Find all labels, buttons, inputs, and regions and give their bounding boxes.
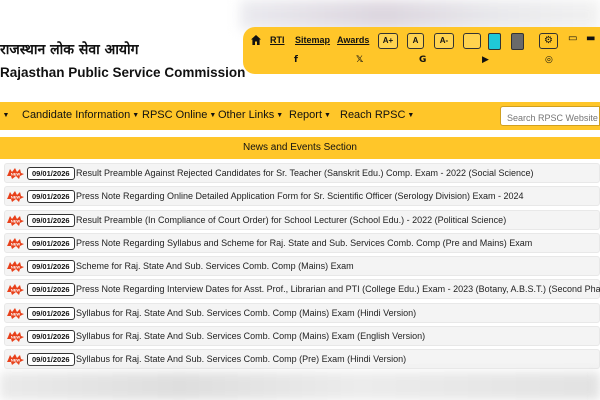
svg-text:NEW: NEW bbox=[11, 335, 21, 340]
nav-item-candidate-information[interactable]: Candidate Information ▼ bbox=[22, 109, 139, 121]
news-date: 09/01/2026 bbox=[27, 260, 75, 274]
blurred-top-strip bbox=[240, 0, 600, 30]
news-date: 09/01/2026 bbox=[27, 167, 75, 180]
search-input[interactable] bbox=[500, 106, 600, 126]
google-icon[interactable]: G bbox=[419, 55, 426, 65]
list-item[interactable]: NEW 09/01/2026 Result Preamble (In Compl… bbox=[4, 209, 600, 230]
screen-reader-icon[interactable]: ▬ bbox=[586, 33, 595, 44]
main-nav: l▼ Candidate Information▼ RPSC Online▼ O… bbox=[0, 102, 600, 130]
news-list: NEW 09/01/2026 Result Preamble Against R… bbox=[4, 163, 600, 373]
news-title[interactable]: Press Note Regarding Syllabus and Scheme… bbox=[76, 238, 532, 248]
svg-text:NEW: NEW bbox=[11, 218, 21, 223]
gear-icon[interactable]: ⚙ bbox=[539, 33, 558, 49]
nav-item-other-links[interactable]: Other Links ▼ bbox=[218, 109, 283, 121]
youtube-icon[interactable]: ▶ bbox=[482, 55, 489, 65]
news-title[interactable]: Result Preamble (In Compliance of Court … bbox=[76, 215, 506, 225]
list-item[interactable]: NEW 09/01/2026 Press Note Regarding Syll… bbox=[4, 232, 600, 253]
news-date: 09/01/2026 bbox=[27, 306, 75, 320]
new-badge-icon: NEW bbox=[7, 214, 24, 226]
nav-item-rpsc-online[interactable]: RPSC Online ▼ bbox=[142, 109, 216, 121]
new-badge-icon: NEW bbox=[7, 191, 24, 203]
list-item[interactable]: NEW 09/01/2026 Syllabus for Raj. State A… bbox=[4, 326, 600, 347]
news-title[interactable]: Syllabus for Raj. State And Sub. Service… bbox=[76, 354, 406, 364]
svg-text:NEW: NEW bbox=[11, 265, 21, 270]
new-badge-icon: NEW bbox=[7, 237, 24, 249]
contrast-gray-swatch[interactable] bbox=[511, 33, 524, 50]
news-title[interactable]: Syllabus for Raj. State And Sub. Service… bbox=[76, 331, 425, 341]
list-item[interactable]: NEW 09/01/2026 Result Preamble Against R… bbox=[4, 163, 600, 183]
list-item[interactable]: NEW 09/01/2026 Syllabus for Raj. State A… bbox=[4, 349, 600, 370]
x-icon[interactable]: 𝕏 bbox=[356, 55, 363, 65]
globe-icon[interactable]: ◎ bbox=[545, 55, 553, 65]
news-section-title: News and Events Section bbox=[0, 137, 600, 159]
news-date: 09/01/2026 bbox=[27, 190, 75, 204]
nav-item-cut[interactable]: l▼ bbox=[0, 109, 9, 121]
font-decrease-button[interactable]: A- bbox=[434, 33, 454, 49]
brand-english-name: Rajasthan Public Service Commission bbox=[0, 65, 246, 80]
sitemap-link[interactable]: Sitemap bbox=[295, 35, 330, 45]
new-badge-icon: NEW bbox=[7, 354, 24, 366]
news-date: 09/01/2026 bbox=[27, 283, 75, 297]
blurred-bottom-strip bbox=[0, 372, 600, 400]
list-item[interactable]: NEW 09/01/2026 Syllabus for Raj. State A… bbox=[4, 302, 600, 323]
svg-text:NEW: NEW bbox=[11, 358, 21, 363]
news-date: 09/01/2026 bbox=[27, 353, 75, 367]
news-date: 09/01/2026 bbox=[27, 213, 75, 227]
new-badge-icon: NEW bbox=[7, 284, 24, 296]
facebook-icon[interactable]: f bbox=[294, 55, 298, 65]
home-icon[interactable] bbox=[250, 34, 262, 46]
svg-text:NEW: NEW bbox=[11, 172, 21, 177]
keyboard-icon[interactable]: ▭ bbox=[568, 33, 577, 44]
site-brand[interactable]: राजस्थान लोक सेवा आयोग Rajasthan Public … bbox=[0, 40, 245, 80]
news-title[interactable]: Scheme for Raj. State And Sub. Services … bbox=[76, 261, 354, 271]
svg-text:NEW: NEW bbox=[11, 241, 21, 246]
brand-hindi-name: राजस्थान लोक सेवा आयोग bbox=[0, 42, 139, 58]
news-title[interactable]: Press Note Regarding Interview Dates for… bbox=[76, 284, 600, 294]
list-item[interactable]: NEW 09/01/2026 Press Note Regarding Inte… bbox=[4, 279, 600, 300]
rti-link[interactable]: RTI bbox=[270, 35, 285, 45]
new-badge-icon: NEW bbox=[7, 331, 24, 343]
new-badge-icon: NEW bbox=[7, 307, 24, 319]
new-badge-icon: NEW bbox=[7, 168, 24, 179]
awards-link[interactable]: Awards bbox=[337, 35, 369, 45]
font-increase-button[interactable]: A+ bbox=[378, 33, 398, 49]
news-date: 09/01/2026 bbox=[27, 330, 75, 344]
utility-bar: RTI Sitemap Awards A+ A A- ⚙ ▭ ▬ f 𝕏 G ▶… bbox=[243, 27, 600, 74]
list-item[interactable]: NEW 09/01/2026 Scheme for Raj. State And… bbox=[4, 256, 600, 277]
nav-item-reach-rpsc[interactable]: Reach RPSC ▼ bbox=[340, 109, 414, 121]
svg-text:NEW: NEW bbox=[11, 195, 21, 200]
news-title[interactable]: Press Note Regarding Online Detailed App… bbox=[76, 191, 524, 201]
contrast-cyan-swatch[interactable] bbox=[488, 33, 501, 50]
list-item[interactable]: NEW 09/01/2026 Press Note Regarding Onli… bbox=[4, 186, 600, 207]
font-reset-button[interactable]: A bbox=[407, 33, 424, 49]
nav-item-report[interactable]: Report ▼ bbox=[289, 109, 331, 121]
svg-text:NEW: NEW bbox=[11, 311, 21, 316]
news-title[interactable]: Result Preamble Against Rejected Candida… bbox=[76, 168, 534, 178]
news-title[interactable]: Syllabus for Raj. State And Sub. Service… bbox=[76, 308, 416, 318]
news-date: 09/01/2026 bbox=[27, 236, 75, 250]
contrast-default-button[interactable] bbox=[463, 33, 481, 49]
new-badge-icon: NEW bbox=[7, 261, 24, 273]
svg-text:NEW: NEW bbox=[11, 288, 21, 293]
